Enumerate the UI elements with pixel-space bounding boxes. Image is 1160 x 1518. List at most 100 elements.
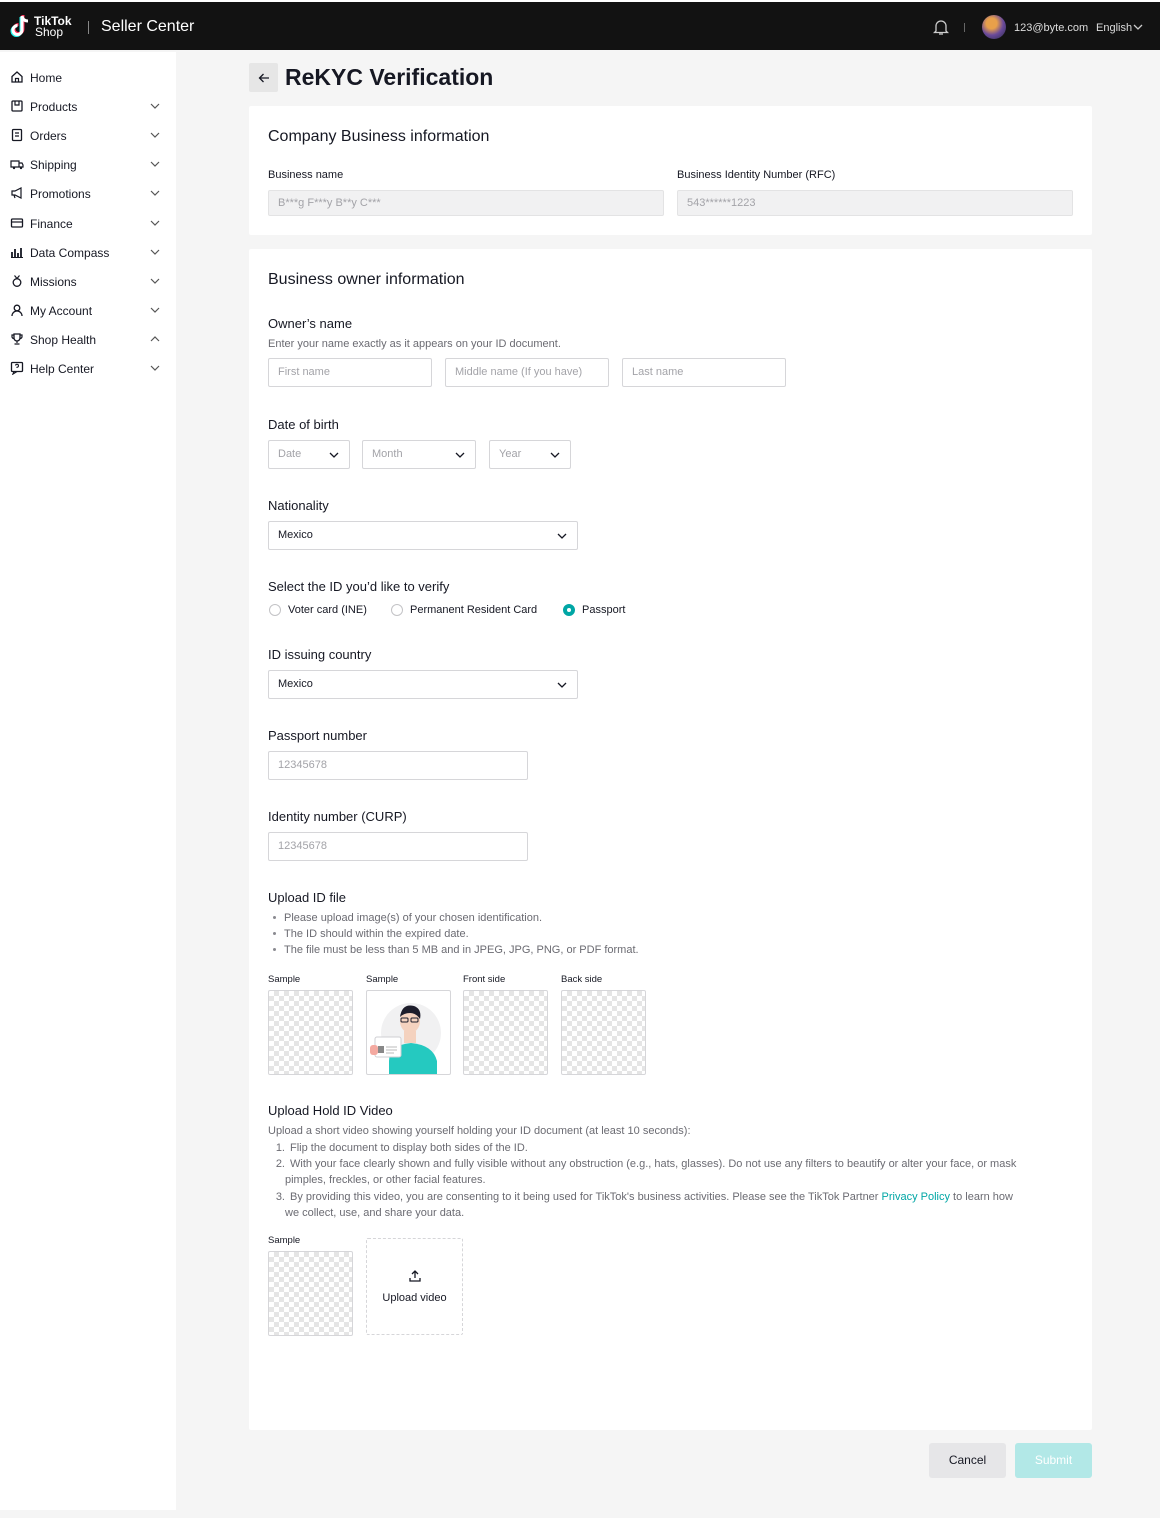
sidebar-item-home[interactable]: Home	[0, 63, 176, 92]
chevron-down-icon	[455, 452, 465, 458]
owner-info-card: Business owner information Owner’s name …	[249, 249, 1092, 1430]
upload-video-button[interactable]: Upload video	[366, 1238, 463, 1335]
sidebar-item-shipping[interactable]: Shipping	[0, 150, 176, 179]
upload-id-bullet: The file must be less than 5 MB and in J…	[273, 944, 639, 956]
owner-info-title: Business owner information	[268, 271, 465, 288]
issuing-country-value: Mexico	[278, 678, 313, 690]
top-bar: TikTok Shop Seller Center 123@byte.com E…	[0, 0, 1160, 50]
upload-video-item-cont: pimples, freckles, or other facial featu…	[285, 1174, 486, 1186]
chevron-down-icon	[150, 278, 160, 284]
sidebar-item-label: Missions	[30, 275, 77, 289]
chevron-down-icon	[550, 452, 560, 458]
upload-id-bullet: Please upload image(s) of your chosen id…	[273, 912, 542, 924]
curp-input[interactable]: 12345678	[268, 832, 528, 861]
logo-text: TikTok Shop	[34, 15, 72, 38]
back-side-upload[interactable]	[561, 990, 646, 1075]
avatar[interactable]	[982, 15, 1006, 39]
thumb-label-front: Front side	[463, 974, 506, 985]
video-sample-placeholder[interactable]	[268, 1251, 353, 1336]
first-name-input[interactable]: First name	[268, 358, 432, 387]
nationality-select[interactable]: Mexico	[268, 521, 578, 550]
arrow-left-icon	[258, 73, 269, 82]
person-holding-id-illustration	[370, 1003, 441, 1074]
last-name-input[interactable]: Last name	[622, 358, 786, 387]
sidebar-item-my-account[interactable]: My Account	[0, 296, 176, 325]
radio-passport-label[interactable]: Passport	[582, 604, 625, 616]
owner-name-label: Owner’s name	[268, 316, 353, 331]
megaphone-icon	[11, 187, 22, 199]
passport-label: Passport number	[268, 728, 367, 743]
upload-video-label: Upload video	[382, 1292, 447, 1304]
chevron-down-icon	[150, 307, 160, 313]
radio-permanent-resident-card-label[interactable]: Permanent Resident Card	[410, 604, 537, 616]
sidebar-item-products[interactable]: Products	[0, 92, 176, 121]
upload-id-bullet-text: The file must be less than 5 MB and in J…	[284, 944, 639, 956]
chevron-down-icon	[150, 365, 160, 371]
video-sample-label: Sample	[268, 1235, 301, 1246]
chevron-down-icon	[150, 190, 160, 196]
dob-year-select[interactable]: Year	[489, 440, 571, 469]
dob-date-select[interactable]: Date	[268, 440, 350, 469]
rfc-label: Business Identity Number (RFC)	[677, 169, 836, 181]
upload-id-title: Upload ID file	[268, 890, 347, 905]
upload-video-item-text: Flip the document to display both sides …	[290, 1142, 528, 1154]
sidebar-item-label: Data Compass	[30, 246, 110, 260]
radio-passport[interactable]	[563, 604, 575, 616]
sample-person-holding-id[interactable]	[366, 990, 451, 1075]
cancel-button[interactable]: Cancel	[929, 1443, 1006, 1478]
dob-year-placeholder: Year	[499, 448, 522, 460]
sidebar-item-label: My Account	[30, 304, 93, 318]
bell-icon[interactable]	[933, 18, 949, 36]
language-selector[interactable]: English	[1096, 22, 1132, 34]
tiktok-logo-icon	[10, 15, 29, 37]
company-info-card: Company Business information Business na…	[249, 106, 1092, 235]
dob-month-select[interactable]: Month	[362, 440, 476, 469]
sidebar-item-label: Promotions	[30, 187, 91, 201]
sidebar-item-label: Help Center	[30, 362, 95, 376]
chevron-down-icon	[557, 533, 567, 539]
sidebar-item-orders[interactable]: Orders	[0, 121, 176, 150]
middle-name-input[interactable]: Middle name (If you have)	[445, 358, 609, 387]
sidebar-item-finance[interactable]: Finance	[0, 209, 176, 238]
radio-voter-card-label[interactable]: Voter card (INE)	[288, 604, 367, 616]
sidebar-item-label: Finance	[30, 217, 73, 231]
sidebar-item-missions[interactable]: Missions	[0, 267, 176, 296]
help-icon	[10, 361, 24, 375]
sample-image-placeholder[interactable]	[268, 990, 353, 1075]
sidebar-item-promotions[interactable]: Promotions	[0, 179, 176, 208]
chevron-down-icon	[150, 103, 160, 109]
back-button[interactable]	[249, 63, 278, 92]
front-side-upload[interactable]	[463, 990, 548, 1075]
user-email[interactable]: 123@byte.com	[1014, 22, 1088, 34]
upload-video-item: 3. By providing this video, you are conse…	[275, 1191, 1013, 1203]
medal-icon	[12, 275, 22, 287]
chevron-down-icon	[150, 220, 160, 226]
radio-permanent-resident-card[interactable]	[391, 604, 403, 616]
sidebar-item-help-center[interactable]: Help Center	[0, 354, 176, 383]
nationality-label: Nationality	[268, 498, 329, 513]
upload-id-bullet-text: Please upload image(s) of your chosen id…	[284, 912, 543, 924]
privacy-policy-link[interactable]: Privacy Policy	[882, 1191, 950, 1203]
submit-button[interactable]: Submit	[1015, 1443, 1092, 1478]
user-icon	[11, 304, 23, 317]
sidebar-item-label: Home	[30, 71, 63, 85]
dob-label: Date of birth	[268, 417, 339, 432]
chevron-down-icon[interactable]	[1133, 23, 1143, 31]
sidebar-item-shop-health[interactable]: Shop Health	[0, 325, 176, 354]
rfc-field: 543******1223	[677, 190, 1073, 216]
passport-number-input[interactable]: 12345678	[268, 751, 528, 780]
upload-video-item-cont: we collect, use, and share your data.	[285, 1207, 465, 1219]
curp-label: Identity number (CURP)	[268, 809, 407, 824]
tiktok-shop-logo[interactable]: TikTok Shop	[10, 14, 72, 40]
issuing-country-select[interactable]: Mexico	[268, 670, 578, 699]
id-select-label: Select the ID you’d like to verify	[268, 579, 450, 594]
sidebar-item-data-compass[interactable]: Data Compass	[0, 238, 176, 267]
issuing-country-label: ID issuing country	[268, 647, 372, 662]
upload-icon	[409, 1270, 421, 1282]
topbar-separator	[964, 23, 965, 32]
chevron-down-icon	[557, 682, 567, 688]
app-title: Seller Center	[101, 18, 195, 35]
radio-voter-card[interactable]	[269, 604, 281, 616]
business-name-field: B***g F***y B**y C***	[268, 190, 664, 216]
upload-video-item-text: to learn how	[950, 1191, 1013, 1203]
